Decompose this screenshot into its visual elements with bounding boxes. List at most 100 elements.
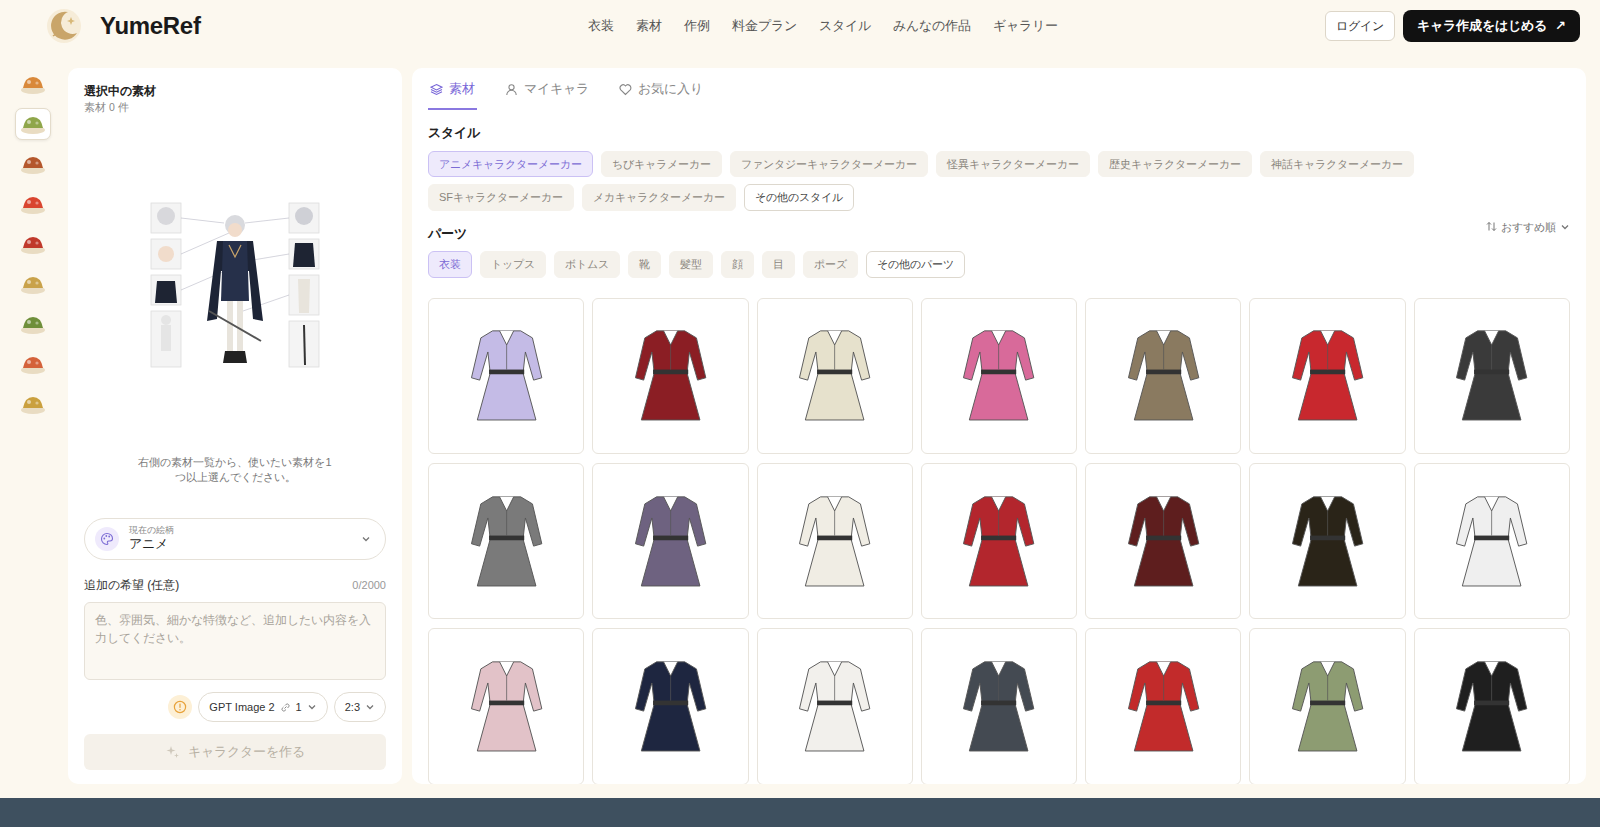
material-tile[interactable] (921, 463, 1077, 619)
tab[interactable]: 素材 (428, 74, 477, 110)
sort-select[interactable]: おすすめ順 (1486, 219, 1570, 236)
material-tile[interactable] (921, 298, 1077, 454)
costume-image (1269, 306, 1386, 445)
palette-icon (95, 527, 119, 551)
rail-item[interactable] (15, 68, 51, 100)
filter-chip[interactable]: トップス (480, 251, 546, 278)
filter-chip[interactable]: アニメキャラクターメーカー (428, 151, 593, 178)
material-tile[interactable] (757, 628, 913, 784)
tab-bar: 素材マイキャラお気に入り (428, 74, 1570, 110)
nav-link[interactable]: スタイル (819, 16, 871, 36)
material-tile[interactable] (1085, 463, 1241, 619)
costume-image (940, 637, 1057, 776)
costume-image (1105, 306, 1222, 445)
create-button[interactable]: キャラクターを作る (84, 734, 386, 770)
costume-image (1433, 637, 1550, 776)
rail-item[interactable] (15, 388, 51, 420)
rail-item[interactable] (15, 308, 51, 340)
tab[interactable]: お気に入り (617, 74, 705, 110)
material-tile[interactable] (592, 463, 748, 619)
more-button[interactable]: その他のパーツ (866, 251, 965, 278)
rail-item[interactable] (15, 188, 51, 220)
nav-link[interactable]: 作例 (684, 16, 710, 36)
chevron-down-icon (361, 534, 371, 544)
info-icon[interactable] (168, 695, 192, 719)
material-tile[interactable] (921, 628, 1077, 784)
material-tile[interactable] (1414, 628, 1570, 784)
style-select-text: 現在の絵柄アニメ (129, 526, 174, 551)
filter-chip[interactable]: 衣装 (428, 251, 472, 278)
section-title: スタイル (428, 124, 1570, 143)
nav-link[interactable]: 素材 (636, 16, 662, 36)
rail-item[interactable] (15, 348, 51, 380)
filter-chip[interactable]: 神話キャラクターメーカー (1260, 151, 1414, 178)
ratio-select[interactable]: 2:3 (334, 692, 386, 722)
section-title: パーツ (428, 225, 467, 244)
nav-link[interactable]: 料金プラン (732, 16, 797, 36)
palette-glyph-icon (100, 532, 114, 546)
rail-item[interactable] (15, 148, 51, 180)
login-button[interactable]: ログイン (1325, 11, 1395, 41)
sort-icon (1486, 221, 1497, 232)
rail-item[interactable] (15, 228, 51, 260)
nav-link[interactable]: みんなの作品 (893, 16, 971, 36)
material-tile[interactable] (1414, 298, 1570, 454)
model-name: GPT Image 2 (209, 699, 274, 716)
material-tile[interactable] (1249, 298, 1405, 454)
rail-item[interactable] (15, 268, 51, 300)
material-tile[interactable] (592, 628, 748, 784)
brand-logo[interactable]: YumeRef (44, 6, 201, 46)
request-input[interactable] (84, 602, 386, 680)
nav-link[interactable]: ギャラリー (993, 16, 1058, 36)
filter-chip[interactable]: 髪型 (669, 251, 713, 278)
panel-title: 選択中の素材 (84, 82, 386, 100)
filter-chip[interactable]: 靴 (628, 251, 661, 278)
material-tile[interactable] (428, 628, 584, 784)
material-tile[interactable] (428, 463, 584, 619)
costume-image (1105, 472, 1222, 611)
rail-item[interactable] (15, 108, 51, 140)
filter-chip[interactable]: ボトムス (554, 251, 620, 278)
tab[interactable]: マイキャラ (503, 74, 591, 110)
workspace: 選択中の素材素材 0 件右側の素材一覧から、使いたい素材を1つ以上選んでください… (0, 52, 1600, 798)
style-select-label: 現在の絵柄 (129, 526, 174, 536)
style-select[interactable]: 現在の絵柄アニメ (84, 518, 386, 560)
costume-image (776, 472, 893, 611)
material-grid (428, 298, 1570, 784)
material-tile[interactable] (1085, 298, 1241, 454)
nav-link[interactable]: 衣装 (588, 16, 614, 36)
category-icon (19, 113, 47, 135)
filter-chip[interactable]: SFキャラクターメーカー (428, 184, 574, 211)
filter-chip[interactable]: 歴史キャラクターメーカー (1098, 151, 1252, 178)
material-tile[interactable] (757, 298, 913, 454)
costume-image (448, 637, 565, 776)
material-tile[interactable] (1249, 628, 1405, 784)
category-icon (19, 193, 47, 215)
filter-chip[interactable]: 目 (762, 251, 795, 278)
chevron-down-icon (365, 702, 375, 712)
filter-chip[interactable]: ポーズ (803, 251, 858, 278)
more-button[interactable]: その他のスタイル (744, 184, 854, 211)
category-rail (8, 68, 58, 784)
selection-count: 素材 0 件 (84, 100, 386, 116)
footer-bar (0, 798, 1600, 827)
main-nav: 衣装 素材 作例 料金プラン スタイル みんなの作品 ギャラリー (468, 16, 1058, 36)
filter-chip[interactable]: 怪異キャラクターメーカー (936, 151, 1090, 178)
filter-chip[interactable]: ファンタジーキャラクターメーカー (730, 151, 928, 178)
category-icon (19, 313, 47, 335)
start-label: キャラ作成をはじめる (1417, 16, 1547, 36)
filter-chip[interactable]: 顔 (721, 251, 754, 278)
material-tile[interactable] (428, 298, 584, 454)
start-button[interactable]: キャラ作成をはじめる↗ (1403, 10, 1580, 42)
costume-image (940, 306, 1057, 445)
material-tile[interactable] (592, 298, 748, 454)
material-tile[interactable] (1085, 628, 1241, 784)
material-tile[interactable] (1414, 463, 1570, 619)
category-icon (19, 393, 47, 415)
filter-chip[interactable]: ちびキャラメーカー (601, 151, 722, 178)
filter-chip[interactable]: メカキャラクターメーカー (582, 184, 736, 211)
model-select[interactable]: GPT Image 21 (198, 692, 327, 722)
header-actions: ログインキャラ作成をはじめる↗ (1325, 10, 1580, 42)
material-tile[interactable] (1249, 463, 1405, 619)
material-tile[interactable] (757, 463, 913, 619)
